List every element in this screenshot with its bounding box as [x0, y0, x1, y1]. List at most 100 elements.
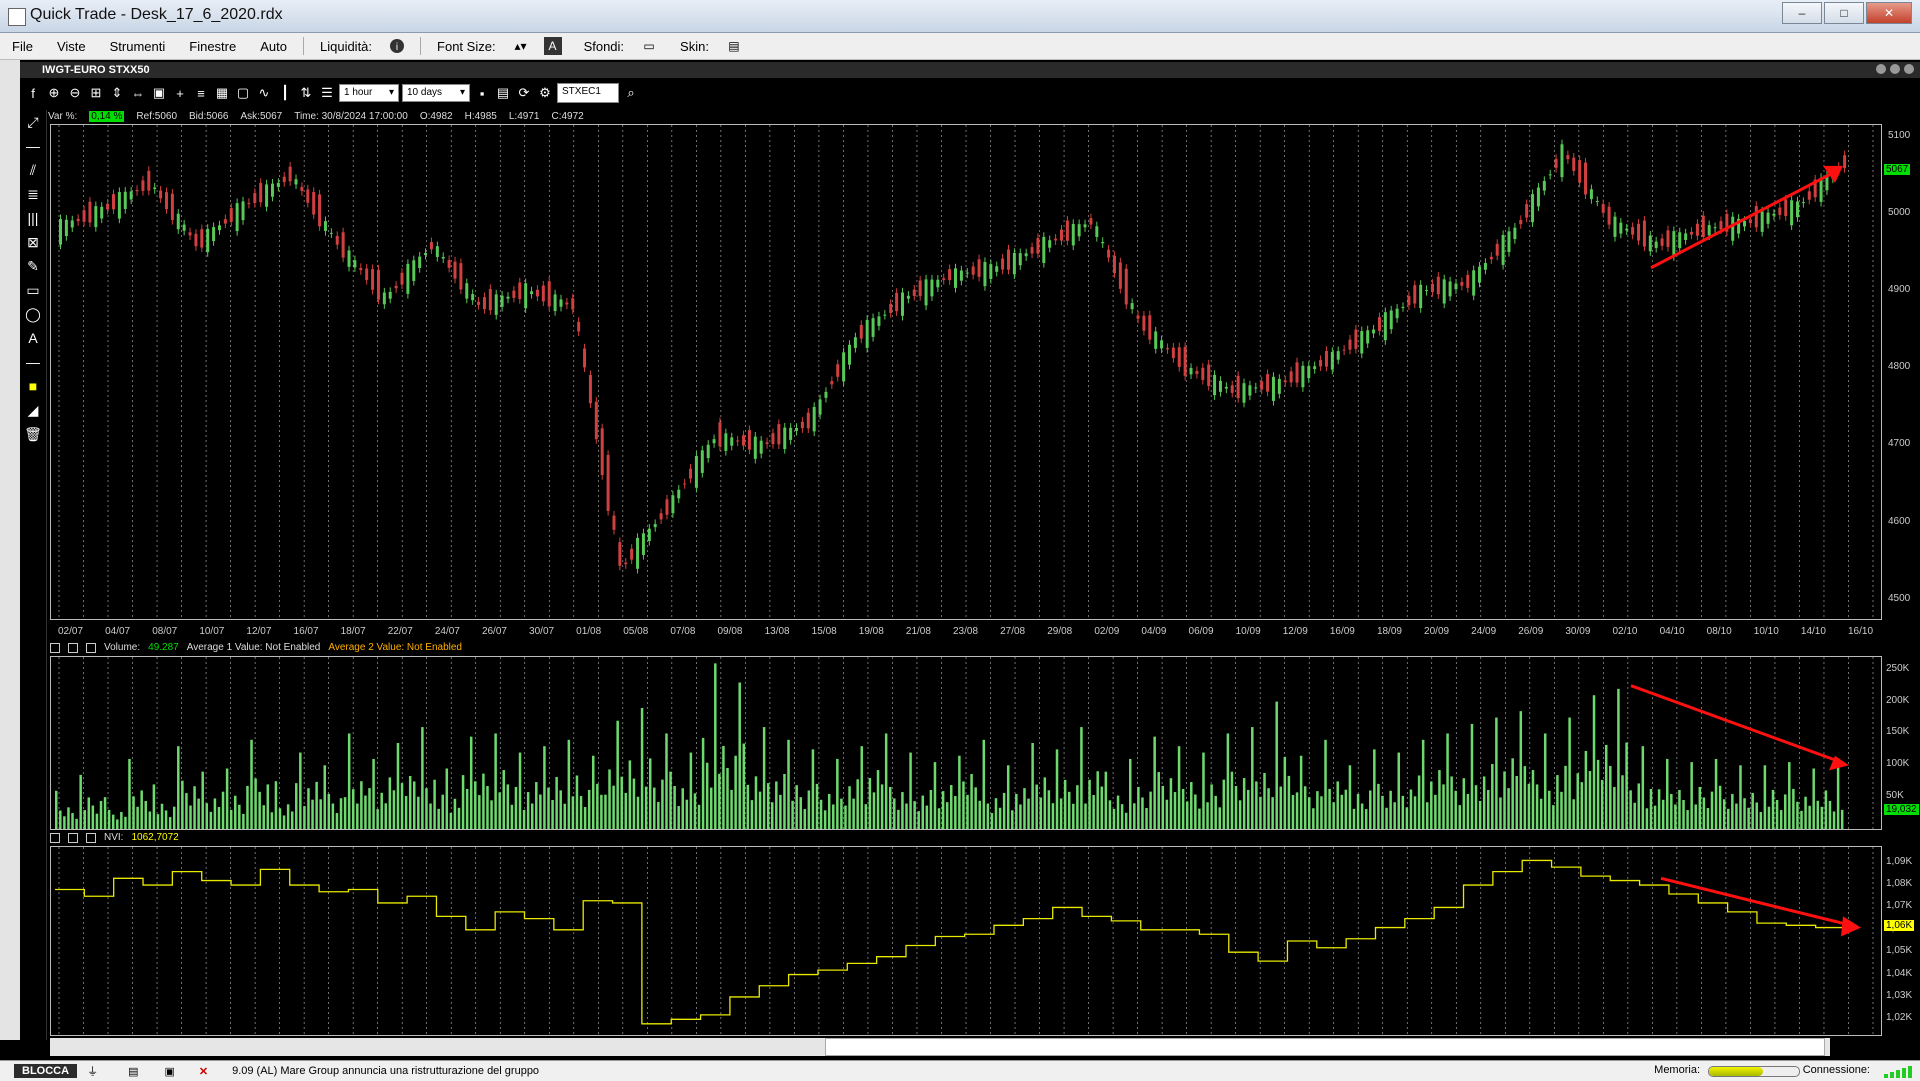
trendline-tool-icon[interactable]: ⫽: [20, 158, 46, 182]
window-icon[interactable]: ▢: [234, 84, 252, 102]
horizontal-line-tool-icon[interactable]: —: [20, 134, 46, 158]
menu-auto[interactable]: Auto: [248, 39, 299, 54]
table-icon[interactable]: ▦: [213, 84, 231, 102]
save-icon[interactable]: ▪: [473, 84, 491, 102]
background-picker-icon[interactable]: ▭: [640, 37, 658, 55]
line-chart-icon[interactable]: ∿: [255, 84, 273, 102]
info-icon[interactable]: i: [388, 37, 406, 55]
list-icon[interactable]: ≡: [192, 84, 210, 102]
indicators-icon[interactable]: ☰: [318, 84, 336, 102]
range-select[interactable]: 10 days ▾: [402, 84, 470, 102]
chart-close-icon[interactable]: [1904, 64, 1914, 74]
volume-bar: [665, 733, 668, 829]
scrollbar-thumb[interactable]: [825, 1038, 1825, 1056]
news-ticker[interactable]: 9.09 (AL) Mare Group annuncia una ristru…: [232, 1065, 539, 1077]
settings-icon[interactable]: ⚙: [536, 84, 554, 102]
volume-bar: [644, 786, 648, 829]
print-icon[interactable]: ▤: [494, 84, 512, 102]
candle-body: [270, 183, 274, 197]
pencil-tool-icon[interactable]: ✎: [20, 254, 46, 278]
candle-body: [1277, 378, 1281, 394]
price-chart-panel[interactable]: [50, 124, 1882, 620]
volume-bar: [1242, 778, 1246, 829]
function-icon[interactable]: f: [24, 84, 42, 102]
font-icon[interactable]: A: [543, 37, 562, 55]
vertical-lines-tool-icon[interactable]: |||: [20, 206, 46, 230]
panel-toggle-icon[interactable]: [50, 832, 60, 843]
candle-body: [500, 295, 504, 307]
skin-picker-icon[interactable]: ▤: [725, 37, 743, 55]
volume-bar: [360, 781, 363, 829]
trash-icon[interactable]: 🗑: [20, 422, 46, 446]
color-picker-icon[interactable]: ■: [20, 374, 46, 398]
candle-body: [541, 285, 545, 302]
volume-bar: [1124, 812, 1128, 829]
candle-body: [276, 182, 280, 187]
y-tick-label: 5000: [1888, 206, 1911, 218]
zoom-fit-icon[interactable]: ⊞: [87, 84, 105, 102]
timeframe-select[interactable]: 1 hour ▾: [339, 84, 399, 102]
crosshair-icon[interactable]: +: [171, 84, 189, 102]
volume-bar: [1836, 758, 1840, 829]
chart-window-icon[interactable]: ▣: [164, 1065, 174, 1078]
bar-chart-icon[interactable]: ⇅: [297, 84, 315, 102]
zoom-horizontal-icon[interactable]: ⇔: [129, 84, 147, 102]
panel-settings-icon[interactable]: [68, 832, 78, 843]
search-icon[interactable]: ⌕: [622, 84, 640, 102]
nvi-panel[interactable]: [50, 846, 1882, 1036]
high-value: H:4985: [464, 110, 497, 122]
eraser-icon[interactable]: ◢: [20, 398, 46, 422]
volume-bar: [1230, 771, 1234, 829]
volume-bar: [567, 739, 571, 829]
menu-file[interactable]: File: [0, 39, 45, 54]
candlestick-icon[interactable]: ┃: [276, 84, 294, 102]
font-size-stepper-icon[interactable]: ▴▾: [512, 37, 530, 55]
menu-strumenti[interactable]: Strumenti: [98, 39, 178, 54]
volume-bar: [453, 798, 457, 829]
zoom-vertical-icon[interactable]: ⇕: [108, 84, 126, 102]
chart-scrollbar[interactable]: [50, 1038, 1830, 1056]
symbol-input[interactable]: STXEC1: [557, 83, 619, 103]
zoom-in-icon[interactable]: ⊕: [45, 84, 63, 102]
chart-minimize-icon[interactable]: [1876, 64, 1886, 74]
y-tick-label: 5100: [1888, 129, 1911, 141]
line-width-icon[interactable]: —: [20, 350, 46, 374]
rectangle-tool-icon[interactable]: ▭: [20, 278, 46, 302]
printer-icon[interactable]: ▤: [128, 1065, 138, 1078]
candle-body: [200, 229, 204, 248]
panel-toggle-icon[interactable]: [50, 642, 60, 653]
volume-bar: [986, 803, 990, 829]
nvi-trend-arrow-line: [1660, 876, 1852, 927]
candle-body: [1801, 202, 1805, 204]
arrow-tool-icon[interactable]: ⤢: [20, 110, 46, 134]
menu-viste[interactable]: Viste: [45, 39, 98, 54]
panel-close-icon[interactable]: [86, 642, 96, 653]
volume-bar: [901, 792, 904, 829]
close-button[interactable]: ✕: [1866, 2, 1912, 24]
candle-body: [1260, 381, 1264, 390]
minimize-button[interactable]: –: [1782, 2, 1822, 24]
volume-bar: [1190, 782, 1193, 829]
volume-panel[interactable]: [50, 656, 1882, 830]
blocca-button[interactable]: BLOCCA: [14, 1064, 78, 1078]
gann-tool-icon[interactable]: ⊠: [20, 230, 46, 254]
maximize-button[interactable]: □: [1824, 2, 1864, 24]
x-tick-label: 06/09: [1188, 626, 1214, 637]
panel-close-icon[interactable]: [86, 832, 96, 843]
menu-finestre[interactable]: Finestre: [177, 39, 248, 54]
volume-bar: [1755, 802, 1758, 829]
text-tool-icon[interactable]: A: [20, 326, 46, 350]
candle-body: [1666, 230, 1670, 247]
zoom-area-icon[interactable]: ▣: [150, 84, 168, 102]
refresh-icon[interactable]: ⟳: [515, 84, 533, 102]
chart-restore-icon[interactable]: [1890, 64, 1900, 74]
ellipse-tool-icon[interactable]: ◯: [20, 302, 46, 326]
volume-bar: [1604, 744, 1608, 829]
candle-body: [412, 260, 416, 281]
alert-icon[interactable]: ✕: [199, 1065, 208, 1078]
volume-bar: [368, 788, 371, 829]
app-icon: [8, 8, 26, 26]
panel-settings-icon[interactable]: [68, 642, 78, 653]
fibonacci-tool-icon[interactable]: ≣: [20, 182, 46, 206]
zoom-out-icon[interactable]: ⊖: [66, 84, 84, 102]
